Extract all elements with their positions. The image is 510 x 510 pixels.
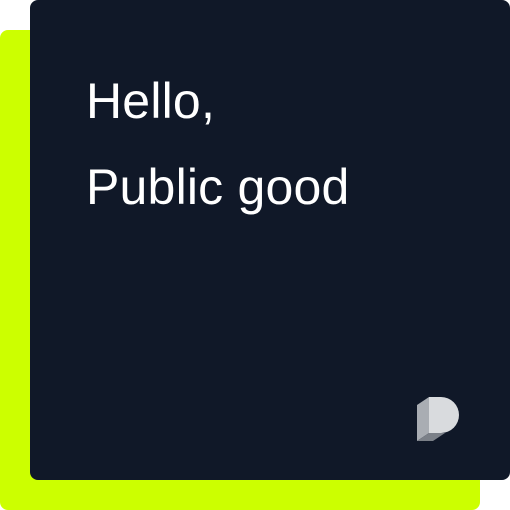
headline: Hello, Public good [86,58,350,230]
headline-line-2: Public good [86,159,350,215]
headline-line-1: Hello, [86,73,216,129]
logo-bowl-shape [429,397,459,433]
social-card: Hello, Public good [0,0,510,510]
public-good-logo-icon [417,397,459,441]
